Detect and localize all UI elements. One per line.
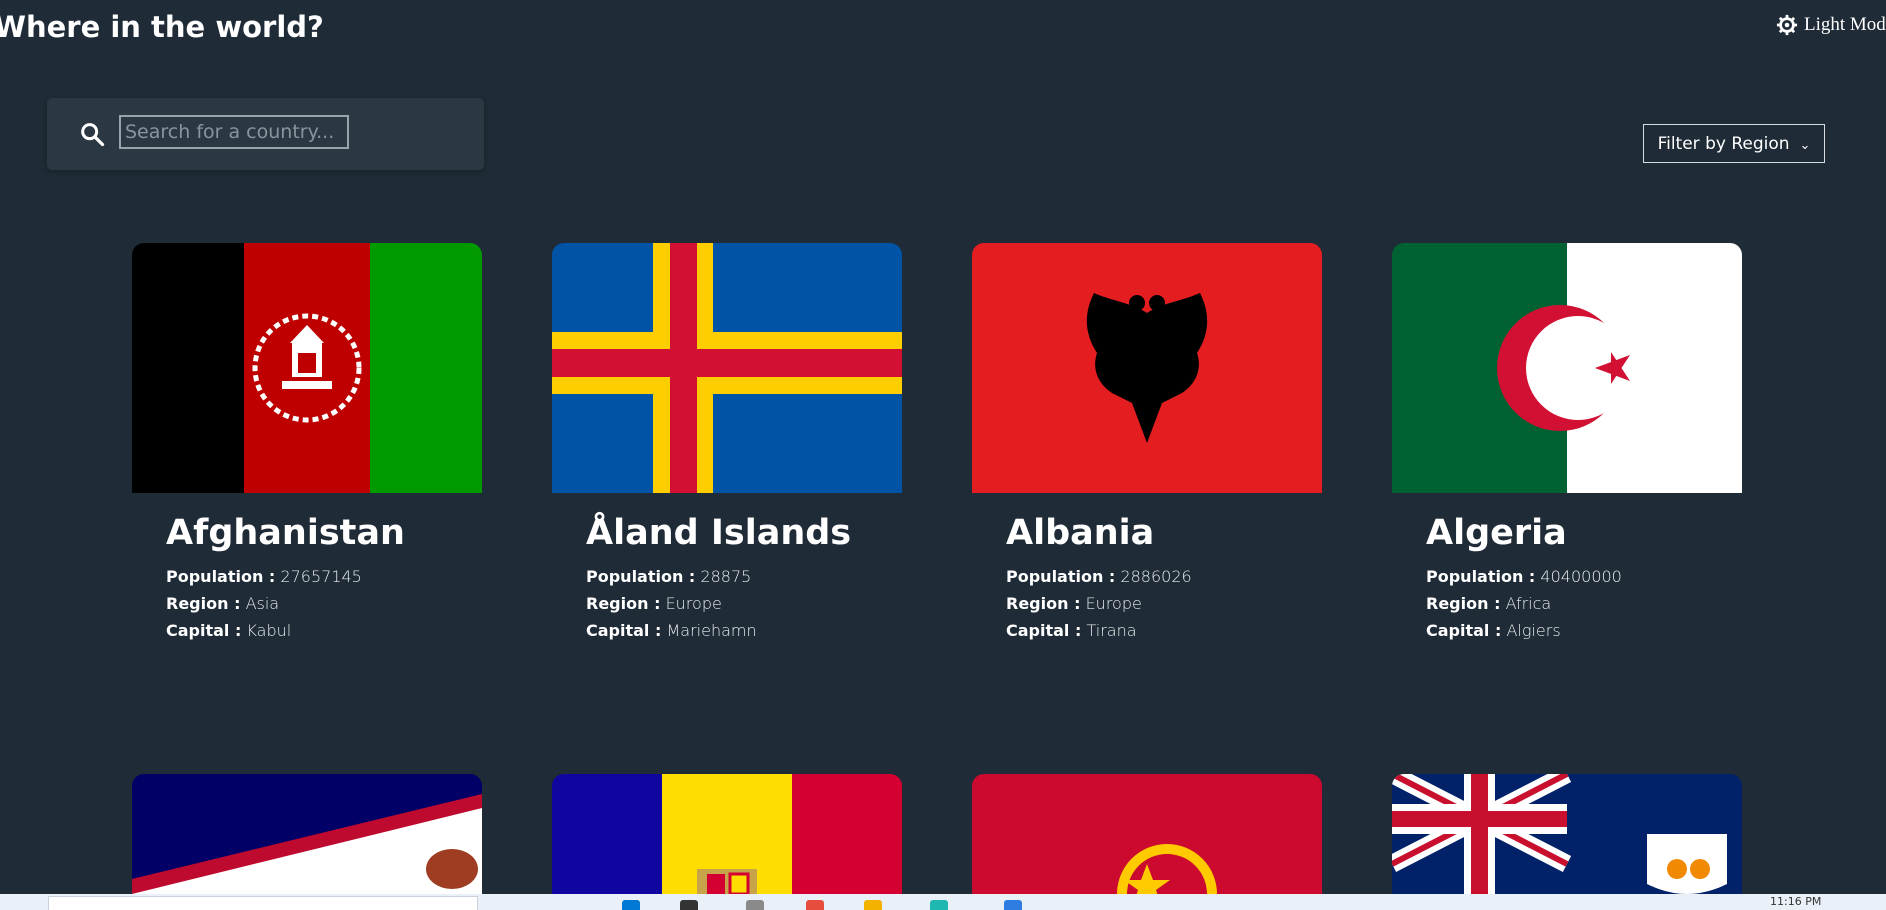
header: Where in the world? Light Mode [0, 0, 1886, 56]
capital-line: Capital : Kabul [166, 617, 482, 644]
taskbar-app-icon[interactable] [864, 900, 882, 910]
capital-label: Capital : [1006, 621, 1082, 640]
region-line: Region : Africa [1426, 590, 1742, 617]
taskbar-app-icon[interactable] [930, 900, 948, 910]
taskbar-app-icon[interactable] [806, 900, 824, 910]
population-label: Population : [1006, 567, 1116, 586]
population-label: Population : [1426, 567, 1536, 586]
flag-american-samoa [132, 774, 482, 894]
theme-toggle[interactable]: Light Mode [1776, 12, 1886, 38]
filter-by-region-dropdown[interactable]: Filter by Region ⌄ [1643, 124, 1825, 163]
population-line: Population : 2886026 [1006, 563, 1322, 590]
flag-anguilla [1392, 774, 1742, 894]
app-title: Where in the world? [0, 10, 324, 44]
country-card[interactable] [132, 774, 482, 894]
gear-icon [1776, 14, 1798, 36]
flag-andorra [552, 774, 902, 894]
search-icon[interactable] [78, 120, 106, 148]
capital-line: Capital : Tirana [1006, 617, 1322, 644]
population-label: Population : [586, 567, 696, 586]
region-value: Europe [665, 594, 722, 613]
population-label: Population : [166, 567, 276, 586]
taskbar-app-icon[interactable] [1004, 900, 1022, 910]
filter-label: Filter by Region [1657, 133, 1790, 154]
region-label: Region : [586, 594, 661, 613]
taskbar-app-icon[interactable] [680, 900, 698, 910]
country-card[interactable]: Albania Population : 2886026 Region : Eu… [972, 243, 1322, 644]
country-card[interactable] [1392, 774, 1742, 894]
region-label: Region : [1006, 594, 1081, 613]
country-card[interactable]: Åland Islands Population : 28875 Region … [552, 243, 902, 644]
country-name: Afghanistan [166, 513, 405, 553]
region-label: Region : [1426, 594, 1501, 613]
country-name: Åland Islands [586, 513, 852, 553]
capital-label: Capital : [1426, 621, 1502, 640]
capital-value: Kabul [246, 621, 292, 640]
population-line: Population : 27657145 [166, 563, 482, 590]
country-card[interactable]: Algeria Population : 40400000 Region : A… [1392, 243, 1742, 644]
region-value: Africa [1505, 594, 1552, 613]
country-name: Albania [1006, 513, 1155, 553]
population-value: 28875 [700, 567, 752, 586]
country-card[interactable] [552, 774, 902, 894]
country-card[interactable] [972, 774, 1322, 894]
taskbar-search[interactable] [48, 896, 478, 910]
capital-value: Tirana [1086, 621, 1137, 640]
capital-value: Algiers [1506, 621, 1561, 640]
flag-afghanistan [132, 243, 482, 493]
capital-label: Capital : [586, 621, 662, 640]
population-value: 2886026 [1120, 567, 1192, 586]
region-line: Region : Europe [1006, 590, 1322, 617]
theme-toggle-label: Light Mode [1804, 14, 1886, 35]
population-line: Population : 28875 [586, 563, 902, 590]
region-value: Asia [245, 594, 280, 613]
taskbar-app-icon[interactable] [746, 900, 764, 910]
flag-angola [972, 774, 1322, 894]
region-value: Europe [1085, 594, 1142, 613]
search-input[interactable] [119, 115, 349, 149]
capital-line: Capital : Mariehamn [586, 617, 902, 644]
taskbar-clock: 11:16 PM [1770, 895, 1822, 908]
region-line: Region : Europe [586, 590, 902, 617]
flag-algeria [1392, 243, 1742, 493]
flag-albania [972, 243, 1322, 493]
taskbar: 11:16 PM [0, 894, 1886, 910]
population-line: Population : 40400000 [1426, 563, 1742, 590]
flag-aland-islands [552, 243, 902, 493]
capital-line: Capital : Algiers [1426, 617, 1742, 644]
chevron-down-icon: ⌄ [1799, 138, 1811, 153]
population-value: 40400000 [1540, 567, 1622, 586]
region-line: Region : Asia [166, 590, 482, 617]
capital-label: Capital : [166, 621, 242, 640]
capital-value: Mariehamn [666, 621, 757, 640]
taskbar-app-icon[interactable] [622, 900, 640, 910]
region-label: Region : [166, 594, 241, 613]
country-name: Algeria [1426, 513, 1567, 553]
country-card[interactable]: Afghanistan Population : 27657145 Region… [132, 243, 482, 644]
population-value: 27657145 [280, 567, 362, 586]
search-box [47, 98, 484, 170]
